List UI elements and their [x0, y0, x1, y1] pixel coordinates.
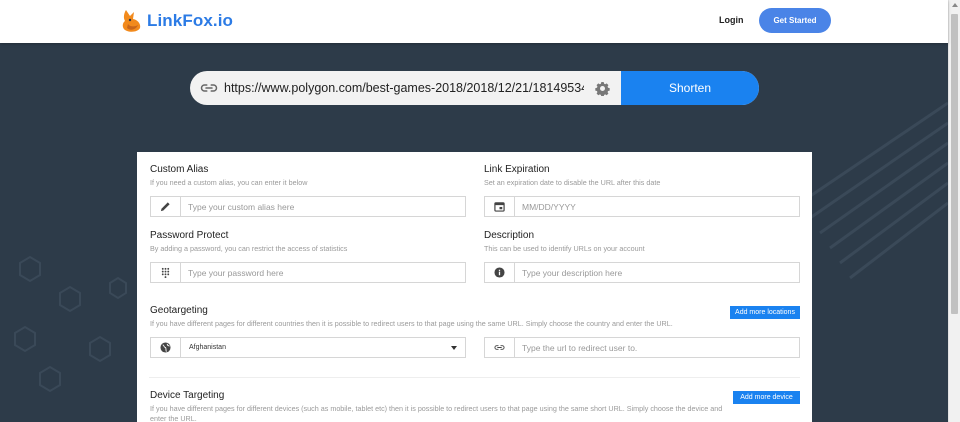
password-addon — [151, 263, 181, 282]
password-input[interactable] — [181, 263, 465, 282]
scroll-up-arrow-icon[interactable] — [952, 3, 958, 7]
custom-alias-addon — [151, 197, 181, 216]
description-input[interactable] — [515, 263, 799, 282]
page-scrollbar[interactable] — [948, 0, 960, 422]
info-icon — [494, 267, 505, 278]
link-icon — [494, 345, 505, 350]
globe-icon — [160, 342, 171, 353]
pencil-icon — [160, 202, 170, 212]
get-started-button[interactable]: Get Started — [759, 8, 831, 33]
dropdown-caret-icon — [451, 346, 457, 350]
redirect-url-input[interactable] — [515, 338, 799, 357]
redirect-url-field — [484, 337, 800, 358]
advanced-options-panel: Custom Alias If you need a custom alias,… — [137, 152, 812, 422]
logo[interactable]: LinkFox.io — [120, 8, 233, 34]
description-description: This can be used to identify URLs on you… — [484, 244, 645, 253]
description-field — [484, 262, 800, 283]
expiration-date-input[interactable] — [515, 197, 799, 216]
redirect-url-addon — [485, 338, 515, 357]
description-addon — [485, 263, 515, 282]
logo-text: LinkFox.io — [147, 11, 233, 30]
password-protect-title: Password Protect — [150, 230, 229, 241]
shorten-button[interactable]: Shorten — [621, 71, 759, 105]
fox-logo-icon — [122, 10, 141, 32]
link-expiration-addon — [485, 197, 515, 216]
long-url-input[interactable] — [224, 71, 584, 105]
country-addon — [151, 338, 181, 357]
calendar-icon — [494, 202, 505, 212]
country-select-value: Afghanistan — [189, 344, 226, 351]
country-select-field: Afghanistan — [150, 337, 466, 358]
description-title: Description — [484, 230, 535, 241]
add-more-locations-button[interactable]: Add more locations — [730, 306, 800, 319]
link-expiration-title: Link Expiration — [484, 164, 550, 175]
device-targeting-description: If you have different pages for differen… — [150, 404, 723, 422]
custom-alias-title: Custom Alias — [150, 164, 209, 175]
custom-alias-description: If you need a custom alias, you can ente… — [150, 178, 308, 187]
keypad-icon — [161, 267, 170, 278]
link-expiration-field — [484, 196, 800, 217]
country-select[interactable]: Afghanistan — [181, 338, 465, 357]
custom-alias-field — [150, 196, 466, 217]
geotargeting-description: If you have different pages for differen… — [150, 319, 673, 328]
link-expiration-description: Set an expiration date to disable the UR… — [484, 178, 661, 187]
password-field — [150, 262, 466, 283]
geotargeting-title: Geotargeting — [150, 305, 208, 316]
scroll-thumb[interactable] — [951, 14, 958, 314]
gear-icon[interactable] — [595, 81, 610, 96]
url-input-wrapper — [190, 71, 621, 105]
password-protect-description: By adding a password, you can restrict t… — [150, 244, 348, 253]
add-more-device-button[interactable]: Add more device — [733, 391, 800, 404]
custom-alias-input[interactable] — [181, 197, 465, 216]
shortener-bar: Shorten — [190, 71, 759, 105]
link-icon — [200, 84, 218, 92]
top-navbar: LinkFox.io Login Get Started — [0, 0, 948, 43]
login-link[interactable]: Login — [719, 15, 744, 25]
section-divider — [149, 377, 800, 378]
device-targeting-title: Device Targeting — [150, 390, 225, 401]
